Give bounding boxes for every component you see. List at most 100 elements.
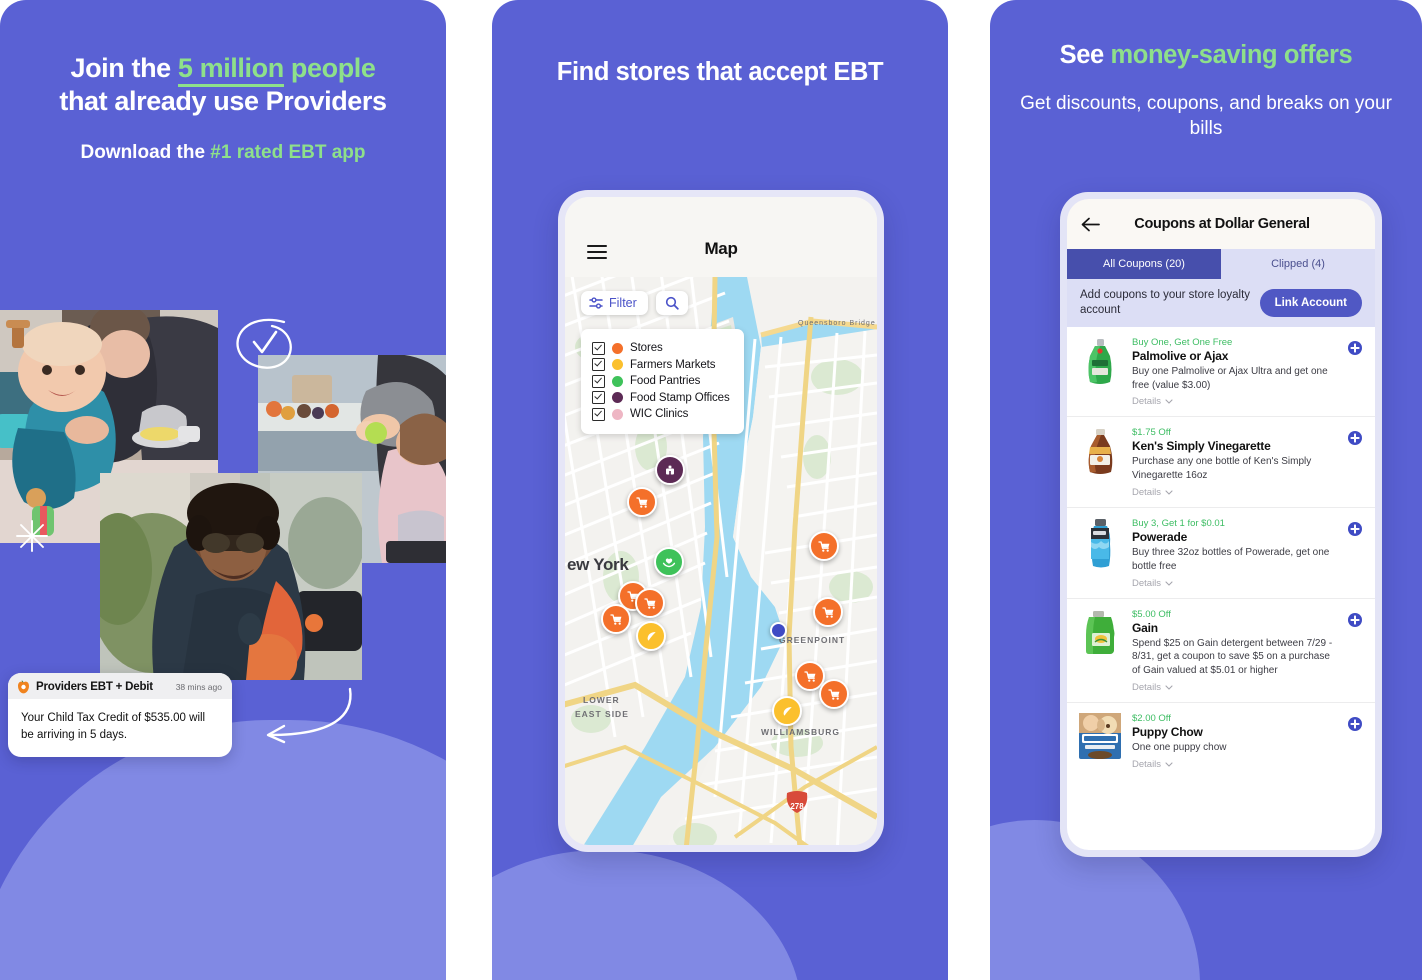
- decorative-wave: [492, 850, 802, 980]
- loyalty-text: Add coupons to your store loyalty accoun…: [1080, 289, 1251, 316]
- plus-circle-icon[interactable]: [1347, 612, 1363, 628]
- coupon-row-kens[interactable]: $1.75 Off Ken's Simply Vinegarette Purch…: [1067, 417, 1375, 509]
- notification-app-name: Providers EBT + Debit: [36, 681, 153, 693]
- legend-color-swatch: [612, 342, 623, 354]
- coupon-details-toggle[interactable]: Details: [1132, 578, 1336, 589]
- chevron-down-icon: [1165, 685, 1173, 690]
- legend-label: Farmers Markets: [630, 358, 716, 371]
- page-subtitle: Download the #1 rated EBT app: [80, 142, 366, 163]
- details-label: Details: [1132, 487, 1162, 499]
- screenshot-root: Join the 5 million people that already u…: [0, 0, 1422, 980]
- legend-checkbox[interactable]: [592, 358, 605, 371]
- map-canvas[interactable]: 278 Queensboro Bridge ew York GREENPOINT…: [565, 277, 877, 845]
- curved-arrow-icon: [266, 687, 352, 744]
- chevron-down-icon: [1165, 399, 1173, 405]
- coupon-description: Purchase any one bottle of Ken's Simply …: [1132, 456, 1312, 482]
- panel-money-saving-offers: See money-saving offers Get discounts, c…: [990, 0, 1422, 980]
- legend-item-farmers-markets[interactable]: Farmers Markets: [592, 358, 730, 371]
- legend-checkbox[interactable]: [592, 391, 605, 404]
- map-pin-farmers-market[interactable]: [636, 621, 666, 651]
- coupon-info: Buy One, Get One Free Palmolive or Ajax …: [1132, 337, 1336, 408]
- map-filter-row: Filter: [581, 291, 688, 315]
- map-label: Queensboro Bridge: [798, 320, 876, 327]
- map-pin-store[interactable]: [819, 679, 849, 709]
- tab-all-coupons[interactable]: All Coupons (20): [1067, 249, 1221, 279]
- details-label: Details: [1132, 758, 1162, 770]
- coupons-app-bar: Coupons at Dollar General: [1067, 199, 1375, 249]
- coupon-offer: Buy 3, Get 1 for $0.01: [1132, 518, 1225, 530]
- coupon-description: Buy three 32oz bottles of Powerade, get …: [1132, 547, 1330, 572]
- coupon-name: Ken's Simply Vinegarette: [1132, 439, 1271, 454]
- details-label: Details: [1132, 396, 1162, 408]
- plus-circle-icon[interactable]: [1347, 340, 1363, 356]
- search-button[interactable]: [655, 291, 688, 315]
- coupon-row-palmolive[interactable]: Buy One, Get One Free Palmolive or Ajax …: [1067, 327, 1375, 418]
- coupon-name: Powerade: [1132, 530, 1188, 545]
- back-arrow-icon[interactable]: [1081, 217, 1101, 232]
- coupon-offer: $5.00 Off: [1132, 608, 1171, 620]
- map-app-screen: Map 278 Queensboro Bridge ew York GREENP…: [565, 197, 877, 845]
- filter-label: Filter: [609, 296, 637, 310]
- plus-circle-icon[interactable]: [1347, 430, 1363, 446]
- coupon-details-toggle[interactable]: Details: [1132, 487, 1336, 498]
- legend-item-wic-clinics[interactable]: WIC Clinics: [592, 407, 730, 421]
- filter-sliders-icon: [589, 297, 603, 309]
- powerade-blue-bottle: [1079, 518, 1121, 570]
- legend-checkbox[interactable]: [592, 407, 605, 421]
- coupons-page-title: Coupons at Dollar General: [1134, 216, 1310, 232]
- plus-circle-icon[interactable]: [1347, 716, 1363, 732]
- legend-checkbox[interactable]: [592, 374, 605, 388]
- headline-highlight: 5 million: [177, 53, 284, 87]
- map-title: Map: [704, 239, 738, 258]
- legend-item-food-stamp-offices[interactable]: Food Stamp Offices: [592, 391, 730, 404]
- map-pin-food-pantry[interactable]: [654, 547, 684, 577]
- coupon-row-puppy-chow[interactable]: $2.00 Off Puppy Chow One one puppy chow …: [1067, 703, 1375, 779]
- link-account-button[interactable]: Link Account: [1259, 288, 1362, 317]
- page-title: Join the 5 million people that already u…: [59, 53, 387, 116]
- legend-item-stores[interactable]: Stores: [592, 341, 730, 355]
- map-app-bar: Map: [565, 197, 877, 277]
- map-pin-store[interactable]: [809, 531, 839, 561]
- palmolive-green-bottle: [1079, 337, 1121, 389]
- decorative-wave: [0, 720, 446, 980]
- cart-icon: [827, 688, 839, 700]
- coupon-row-powerade[interactable]: Buy 3, Get 1 for $0.01 Powerade Buy thre…: [1067, 508, 1375, 599]
- current-location-dot: [770, 622, 787, 639]
- map-pin-farmers-market[interactable]: [772, 696, 802, 726]
- tab-clipped[interactable]: Clipped (4): [1221, 249, 1375, 279]
- map-pin-store[interactable]: [635, 588, 665, 618]
- cart-icon: [803, 670, 815, 682]
- filter-button[interactable]: Filter: [581, 291, 648, 315]
- coupon-details-toggle[interactable]: Details: [1132, 396, 1336, 407]
- coupon-details-toggle[interactable]: Details: [1132, 759, 1336, 770]
- details-label: Details: [1132, 577, 1162, 589]
- details-label: Details: [1132, 682, 1162, 694]
- map-label: LOWER: [583, 695, 620, 705]
- loyalty-account-row: Add coupons to your store loyalty accoun…: [1067, 279, 1375, 327]
- map-pin-food-stamp-office[interactable]: [655, 455, 685, 485]
- svg-text:278: 278: [790, 802, 804, 811]
- notification-body: Your Child Tax Credit of $535.00 will be…: [21, 712, 206, 741]
- coupon-row-gain[interactable]: $5.00 Off Gain Spend $25 on Gain deterge…: [1067, 599, 1375, 704]
- coupon-list[interactable]: Buy One, Get One Free Palmolive or Ajax …: [1067, 326, 1375, 850]
- legend-checkbox[interactable]: [592, 341, 605, 355]
- map-label: ew York: [567, 555, 629, 574]
- map-pin-store[interactable]: [813, 597, 843, 627]
- map-label: EAST SIDE: [575, 709, 629, 719]
- coupon-info: $2.00 Off Puppy Chow One one puppy chow …: [1132, 713, 1336, 770]
- panel-find-stores: Find stores that accept EBT Map 278 Quee…: [492, 0, 948, 980]
- map-pin-store[interactable]: [601, 604, 631, 634]
- search-icon: [665, 296, 679, 310]
- coupon-info: $5.00 Off Gain Spend $25 on Gain deterge…: [1132, 609, 1336, 693]
- legend-item-food-pantries[interactable]: Food Pantries: [592, 374, 730, 388]
- building-icon: [666, 465, 674, 475]
- notification-card[interactable]: Providers EBT + Debit 38 mins ago Your C…: [8, 673, 232, 758]
- coupon-details-toggle[interactable]: Details: [1132, 682, 1336, 693]
- legend-color-swatch: [612, 359, 623, 370]
- photo-woman-shopping: [100, 473, 362, 680]
- map-pin-store[interactable]: [627, 487, 657, 517]
- legend-label: Food Pantries: [630, 375, 701, 387]
- map-label: GREENPOINT: [779, 635, 846, 645]
- plus-circle-icon[interactable]: [1347, 521, 1363, 537]
- coupon-name: Palmolive or Ajax: [1132, 348, 1229, 363]
